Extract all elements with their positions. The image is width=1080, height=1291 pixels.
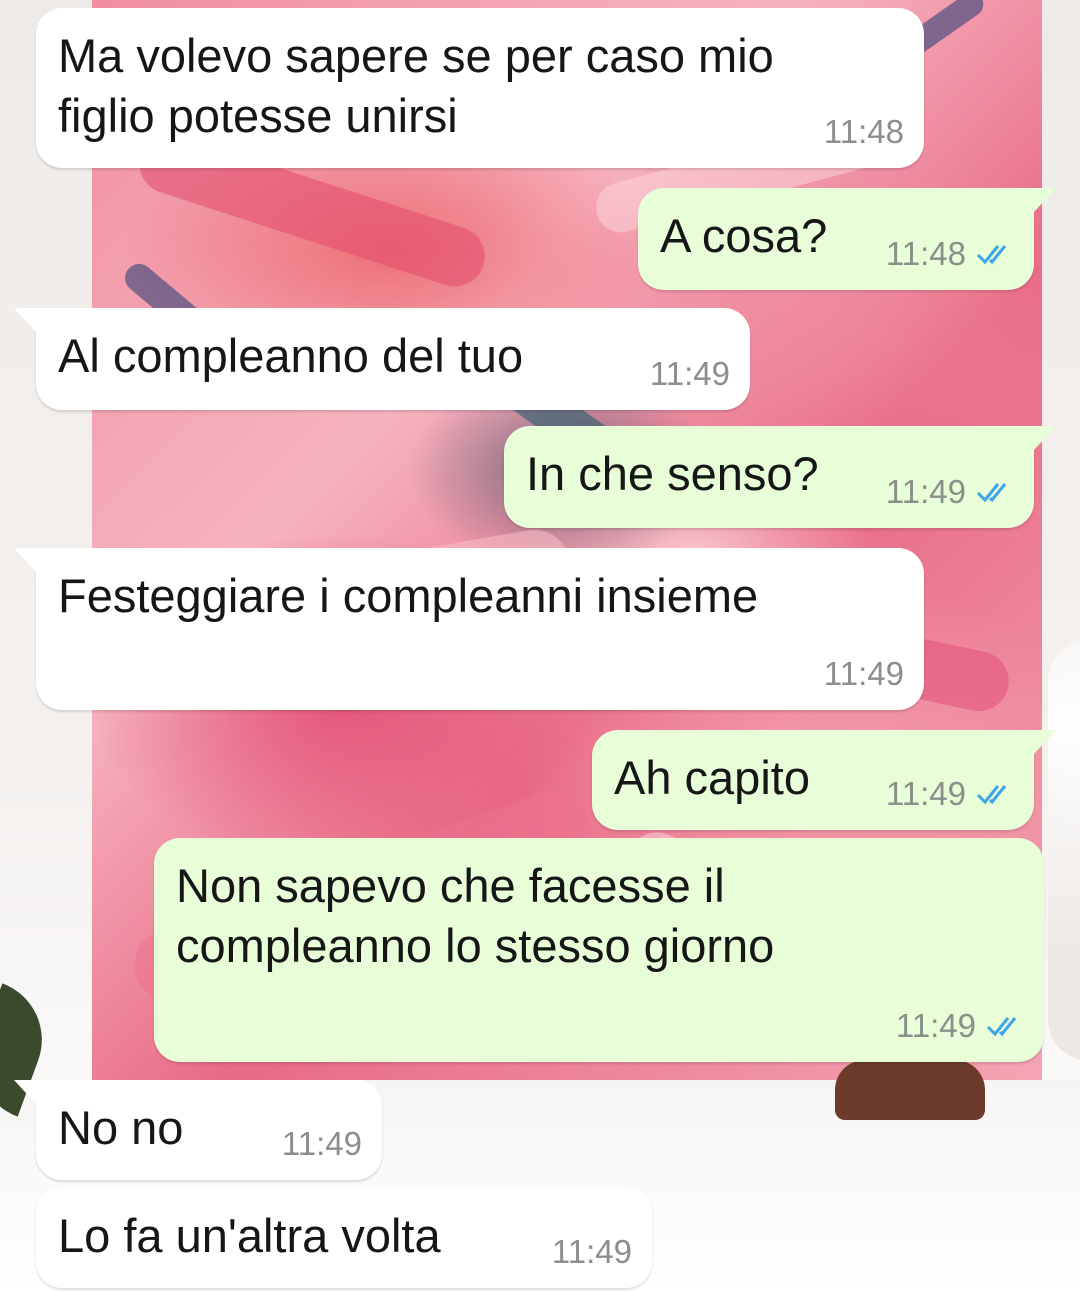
message-bubble-outgoing[interactable]: In che senso? 11:49 [504,426,1056,528]
message-meta: 11:49 [896,1006,1024,1046]
message-timestamp: 11:49 [649,355,730,392]
message-bubble-outgoing[interactable]: Non sapevo che facesse il compleanno lo … [154,838,1044,1062]
message-timestamp: 11:49 [895,1007,976,1044]
message-bubble-incoming[interactable]: Al compleanno del tuo 11:49 [14,308,750,410]
message-timestamp: 11:49 [823,655,904,692]
double-check-read-icon [976,241,1014,267]
message-bubble-incoming[interactable]: No no 11:49 [14,1080,382,1180]
double-check-read-icon [976,479,1014,505]
chat-message-list[interactable]: Ma volevo sapere se per caso mio figlio … [0,0,1080,1291]
message-timestamp: 11:49 [551,1233,632,1270]
message-bubble-incoming[interactable]: Lo fa un'altra volta 11:49 [36,1188,652,1288]
message-text: Non sapevo che facesse il compleanno lo … [176,859,775,972]
message-meta: 11:49 [824,654,904,694]
message-timestamp: 11:49 [885,473,966,510]
message-text: Festeggiare i compleanni insieme [58,569,759,622]
message-meta: 11:49 [282,1124,362,1164]
message-timestamp: 11:49 [281,1125,362,1162]
message-timestamp: 11:48 [885,235,966,272]
message-text: Al compleanno del tuo [58,329,524,382]
message-bubble-outgoing[interactable]: A cosa? 11:48 [638,188,1056,290]
message-bubble-incoming[interactable]: Festeggiare i compleanni insieme 11:49 [14,548,924,710]
message-meta: 11:49 [886,472,1014,512]
message-meta: 11:48 [886,234,1014,274]
message-meta: 11:49 [650,354,730,394]
message-timestamp: 11:49 [885,775,966,812]
double-check-read-icon [976,781,1014,807]
message-meta: 11:48 [824,112,904,152]
message-meta: 11:49 [886,774,1014,814]
message-bubble-outgoing[interactable]: Ah capito 11:49 [592,730,1056,830]
message-timestamp: 11:48 [823,113,904,150]
message-meta: 11:49 [552,1232,632,1272]
message-text: Ma volevo sapere se per caso mio figlio … [58,29,774,142]
message-text: Lo fa un'altra volta [58,1209,441,1262]
message-bubble-incoming[interactable]: Ma volevo sapere se per caso mio figlio … [36,8,924,168]
double-check-read-icon [986,1013,1024,1039]
